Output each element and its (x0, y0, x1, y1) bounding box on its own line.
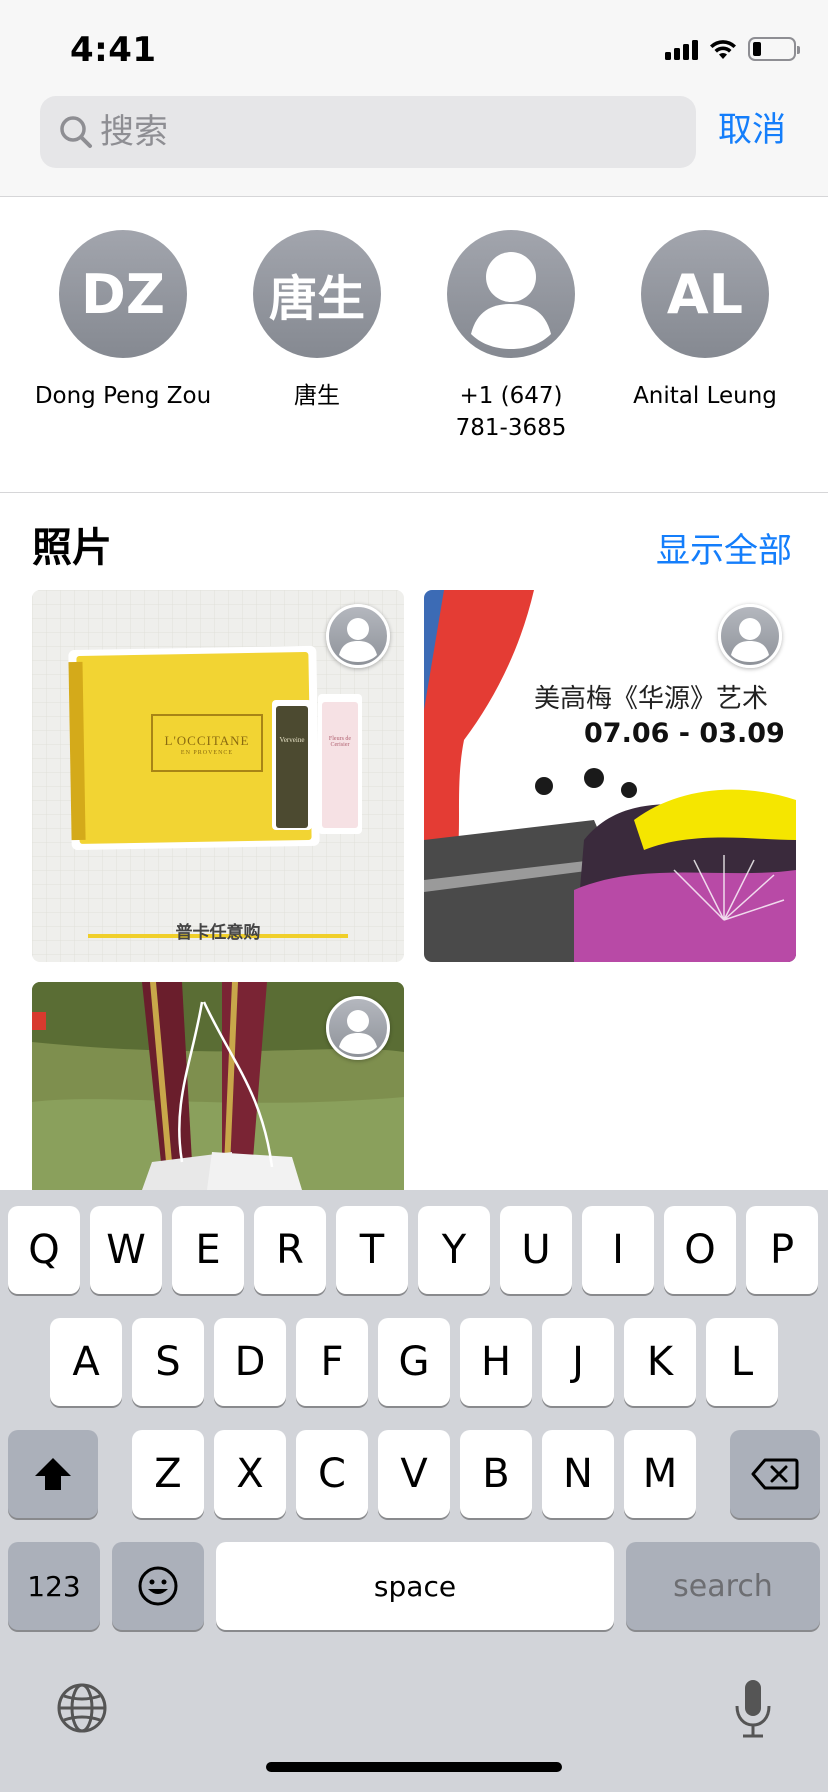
emoji-button[interactable] (112, 1542, 204, 1630)
avatar: AL (641, 230, 769, 358)
status-time: 4:41 (70, 30, 157, 70)
key-t[interactable]: T (336, 1206, 408, 1294)
space-bar[interactable]: space (216, 1542, 614, 1630)
delete-button[interactable] (730, 1430, 820, 1518)
shift-arrow-icon (35, 1458, 71, 1490)
contact-name: Dong Peng Zou (34, 383, 212, 409)
tube-label: Verveine (279, 736, 305, 744)
contact-item[interactable]: +1 (647) 781-3685 (414, 230, 608, 444)
person-silhouette-icon (339, 618, 377, 662)
backspace-icon (751, 1458, 799, 1490)
key-e[interactable]: E (172, 1206, 244, 1294)
key-p[interactable]: P (746, 1206, 818, 1294)
photo-thumbnail[interactable]: L'OCCITANE EN PROVENCE Verveine Fleurs d… (32, 590, 404, 962)
microphone-icon[interactable] (732, 1678, 774, 1740)
contact-item[interactable]: DZ Dong Peng Zou (26, 230, 220, 412)
contacts-row: DZ Dong Peng Zou 唐生 唐生 +1 (647) 781-3685… (0, 198, 828, 493)
battery-icon (748, 37, 800, 61)
key-v[interactable]: V (378, 1430, 450, 1518)
status-icons (665, 34, 800, 64)
key-o[interactable]: O (664, 1206, 736, 1294)
photo-caption: 普卡任意购 (175, 923, 261, 943)
avatar: 唐生 (253, 230, 381, 358)
contact-name: +1 (647) 781-3685 (414, 380, 608, 444)
contact-item[interactable]: AL Anital Leung (608, 230, 802, 412)
contact-name: 唐生 (294, 383, 340, 409)
person-silhouette-icon (471, 252, 551, 349)
header: 4:41 搜索 取消 (0, 0, 828, 197)
key-j[interactable]: J (542, 1318, 614, 1406)
search-input[interactable]: 搜索 (40, 96, 696, 168)
search-icon (60, 116, 92, 148)
key-l[interactable]: L (706, 1318, 778, 1406)
key-s[interactable]: S (132, 1318, 204, 1406)
photo-thumbnail[interactable] (32, 982, 404, 1190)
avatar (447, 230, 575, 358)
brand-name: L'OCCITANE (164, 733, 250, 748)
emoji-icon (138, 1566, 178, 1606)
key-d[interactable]: D (214, 1318, 286, 1406)
show-all-link[interactable]: 显示全部 (656, 528, 792, 574)
home-indicator (266, 1762, 562, 1772)
shift-button[interactable] (8, 1430, 98, 1518)
key-f[interactable]: F (296, 1318, 368, 1406)
contact-name-line1: +1 (647) (459, 383, 563, 409)
tube-label: Fleurs de Cerisier (328, 736, 352, 748)
person-silhouette-icon (731, 618, 769, 662)
poster-dates: 07.06 - 03.09 (584, 718, 785, 749)
key-r[interactable]: R (254, 1206, 326, 1294)
key-c[interactable]: C (296, 1430, 368, 1518)
key-u[interactable]: U (500, 1206, 572, 1294)
key-x[interactable]: X (214, 1430, 286, 1518)
cellular-signal-icon (665, 38, 698, 60)
contact-badge (326, 996, 390, 1060)
avatar: DZ (59, 230, 187, 358)
section-title-photos: 照片 (32, 525, 112, 571)
key-g[interactable]: G (378, 1318, 450, 1406)
key-z[interactable]: Z (132, 1430, 204, 1518)
key-n[interactable]: N (542, 1430, 614, 1518)
numbers-button[interactable]: 123 (8, 1542, 100, 1630)
key-i[interactable]: I (582, 1206, 654, 1294)
photo-thumbnail[interactable]: 美高梅《华源》艺术 07.06 - 03.09 (424, 590, 796, 962)
key-q[interactable]: Q (8, 1206, 80, 1294)
search-button[interactable]: search (626, 1542, 820, 1630)
contact-badge (326, 604, 390, 668)
globe-icon[interactable] (56, 1682, 108, 1734)
poster-headline: 美高梅《华源》艺术 (534, 684, 769, 714)
contact-item[interactable]: 唐生 唐生 (220, 230, 414, 412)
person-silhouette-icon (339, 1010, 377, 1054)
key-y[interactable]: Y (418, 1206, 490, 1294)
key-h[interactable]: H (460, 1318, 532, 1406)
wifi-icon (710, 40, 736, 59)
key-m[interactable]: M (624, 1430, 696, 1518)
key-a[interactable]: A (50, 1318, 122, 1406)
contact-badge (718, 604, 782, 668)
contact-name-line2: 781-3685 (455, 415, 567, 441)
key-w[interactable]: W (90, 1206, 162, 1294)
key-k[interactable]: K (624, 1318, 696, 1406)
contact-name: Anital Leung (633, 383, 777, 409)
key-b[interactable]: B (460, 1430, 532, 1518)
brand-subtitle: EN PROVENCE (180, 750, 234, 756)
keyboard: Q W E R T Y U I O P A S D F G H J K L Z … (0, 1190, 828, 1792)
status-bar: 4:41 (0, 0, 828, 90)
search-placeholder: 搜索 (100, 112, 168, 152)
cancel-button[interactable]: 取消 (718, 108, 786, 152)
